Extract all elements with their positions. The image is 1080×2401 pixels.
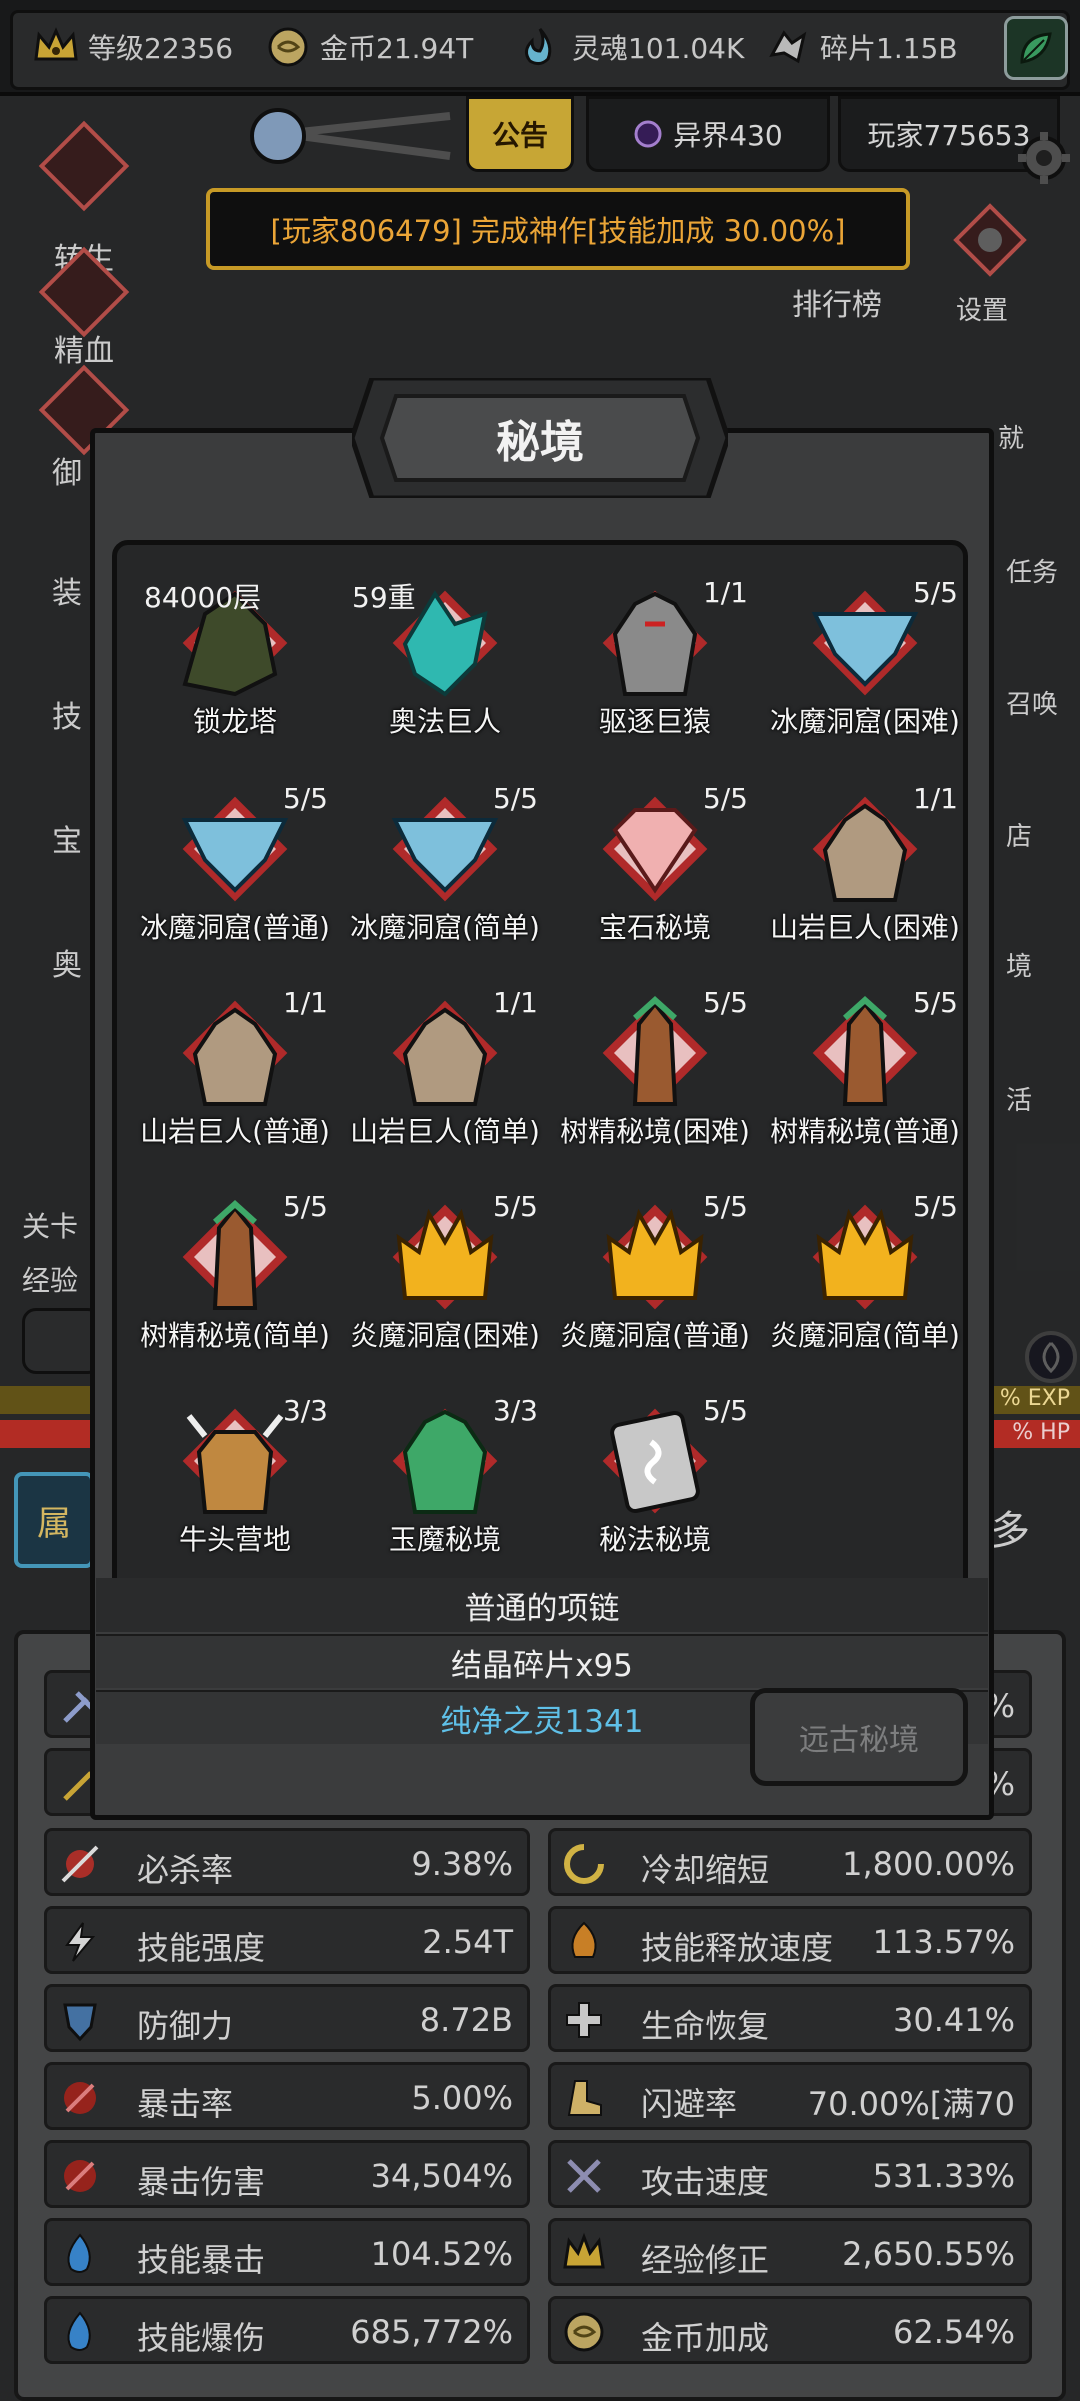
dungeon-cell[interactable]: 5/5 宝石秘境 [550, 760, 760, 950]
dungeon-cell[interactable]: 84000层 锁龙塔 [130, 554, 340, 744]
treant-icon [632, 995, 678, 1106]
dungeon-count: 5/5 [702, 986, 748, 1019]
dungeon-count: 5/5 [702, 782, 748, 815]
reward-item-crystal-shard: 结晶碎片x95 [96, 1634, 988, 1688]
jade-demon-icon [402, 1409, 488, 1514]
fire-demon-icon [816, 1208, 914, 1300]
dungeon-count: 84000层 [144, 581, 262, 614]
fire-demon-icon [606, 1208, 704, 1300]
ape-icon [612, 591, 698, 696]
dungeon-cell[interactable]: 3/3 玉魔秘境 [340, 1372, 550, 1562]
dungeon-cell[interactable]: 5/5 树精秘境(困难) [550, 964, 760, 1154]
dungeon-count: 3/3 [282, 1394, 328, 1427]
reward-item-necklace: 普通的项链 [96, 1578, 988, 1632]
dungeon-name: 山岩巨人(普通) [140, 1115, 330, 1148]
ice-demon-icon [181, 818, 289, 893]
dungeon-name: 秘法秘境 [598, 1523, 711, 1556]
dungeon-name: 炎魔洞窟(普通) [560, 1319, 750, 1352]
dungeon-name: 驱逐巨猿 [598, 705, 711, 738]
dungeon-count: 5/5 [492, 1190, 538, 1223]
dungeon-cell[interactable]: 3/3 牛头营地 [130, 1372, 340, 1562]
rock-giant-icon [822, 803, 908, 902]
dungeon-cell[interactable]: 1/1 山岩巨人(困难) [760, 760, 970, 950]
dungeon-count: 5/5 [702, 1190, 748, 1223]
dungeon-cell[interactable]: 5/5 树精秘境(简单) [130, 1168, 340, 1358]
dungeon-count: 5/5 [912, 576, 958, 609]
dungeon-count: 5/5 [912, 1190, 958, 1223]
dungeon-name: 锁龙塔 [192, 705, 277, 738]
dungeon-name: 冰魔洞窟(简单) [350, 911, 540, 944]
dungeon-name: 山岩巨人(困难) [770, 911, 960, 944]
dungeon-cell[interactable]: 5/5 冰魔洞窟(简单) [340, 760, 550, 950]
dungeon-cell[interactable]: 5/5 秘法秘境 [550, 1372, 760, 1562]
dungeon-cell[interactable]: 5/5 炎魔洞窟(普通) [550, 1168, 760, 1358]
dungeon-name: 炎魔洞窟(困难) [350, 1319, 540, 1352]
dungeon-count: 59重 [352, 581, 416, 614]
treant-icon [212, 1199, 258, 1310]
dungeon-count: 1/1 [912, 782, 958, 815]
gem-icon [612, 808, 698, 894]
dungeon-count: 5/5 [282, 782, 328, 815]
dungeon-count: 5/5 [282, 1190, 328, 1223]
rock-giant-icon [402, 1007, 488, 1106]
dungeon-cell[interactable]: 5/5 炎魔洞窟(困难) [340, 1168, 550, 1358]
dungeon-count: 5/5 [702, 1394, 748, 1427]
dungeon-cell[interactable]: 5/5 炎魔洞窟(简单) [760, 1168, 970, 1358]
treant-icon [842, 995, 888, 1106]
dungeon-name: 冰魔洞窟(困难) [770, 705, 960, 738]
dungeon-name: 玉魔秘境 [388, 1523, 501, 1556]
dungeon-name: 树精秘境(困难) [560, 1115, 750, 1148]
dungeon-count: 1/1 [282, 986, 328, 1019]
dungeon-name: 宝石秘境 [598, 911, 711, 944]
minotaur-icon [186, 1414, 284, 1514]
dungeon-cell[interactable]: 1/1 驱逐巨猿 [550, 554, 760, 744]
dungeon-cell[interactable]: 5/5 冰魔洞窟(困难) [760, 554, 970, 744]
dungeon-cell[interactable]: 5/5 树精秘境(普通) [760, 964, 970, 1154]
dungeon-name: 炎魔洞窟(简单) [770, 1319, 960, 1352]
dungeon-name: 树精秘境(普通) [770, 1115, 960, 1148]
rock-giant-icon [192, 1007, 278, 1106]
dungeon-name: 冰魔洞窟(普通) [140, 911, 330, 944]
dungeon-name: 树精秘境(简单) [140, 1319, 330, 1352]
dungeon-count: 1/1 [492, 986, 538, 1019]
dungeon-count: 5/5 [492, 782, 538, 815]
dungeon-cell[interactable]: 5/5 冰魔洞窟(普通) [130, 760, 340, 950]
dungeon-count: 3/3 [492, 1394, 538, 1427]
fire-demon-icon [396, 1208, 494, 1300]
modal-title: 秘境 [496, 417, 584, 468]
dungeon-name: 牛头营地 [178, 1523, 291, 1556]
dungeon-name: 山岩巨人(简单) [350, 1115, 540, 1148]
dungeon-cell[interactable]: 1/1 山岩巨人(简单) [340, 964, 550, 1154]
dungeon-count: 5/5 [912, 986, 958, 1019]
ice-demon-icon [391, 818, 499, 893]
ancient-realm-button[interactable]: 远古秘境 [750, 1688, 968, 1786]
ice-demon-icon [811, 612, 919, 687]
dungeon-cell[interactable]: 1/1 山岩巨人(普通) [130, 964, 340, 1154]
dungeon-cell[interactable]: 59重 奥法巨人 [340, 554, 550, 744]
dungeon-count: 1/1 [702, 576, 748, 609]
spellbook-icon [610, 1410, 700, 1514]
dungeon-name: 奥法巨人 [388, 705, 501, 738]
